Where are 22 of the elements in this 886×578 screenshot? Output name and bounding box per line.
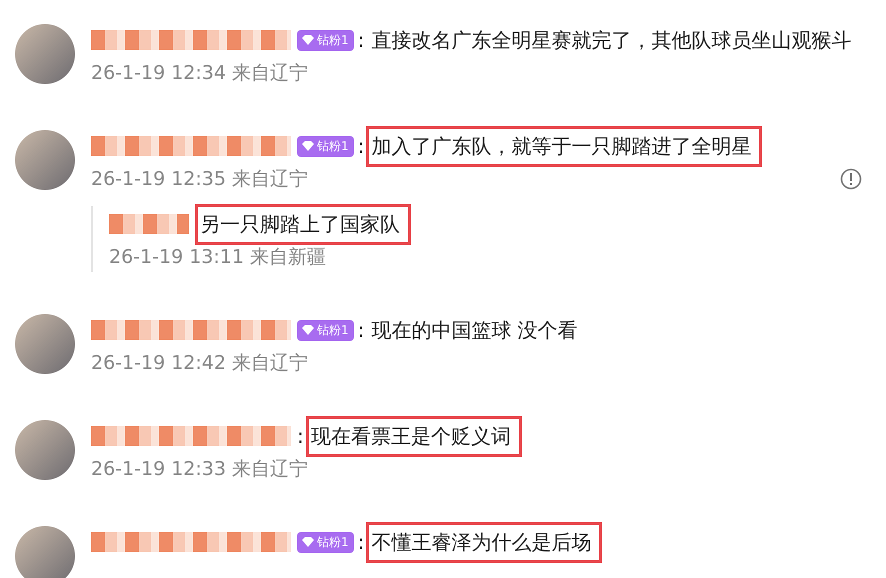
colon: :	[358, 530, 364, 554]
reply-time: 26-1-19 13:11 来自新疆	[109, 245, 326, 270]
report-icon[interactable]	[840, 168, 862, 190]
comment-text: 现在的中国篮球 没个看	[370, 316, 579, 344]
fan-badge: 钻粉1	[297, 136, 354, 156]
reply-text: 另一只脚踏上了国家队	[195, 204, 411, 244]
colon: :	[358, 134, 364, 158]
comment-text: 直接改名广东全明星赛就完了，其他队球员坐山观猴斗	[370, 26, 852, 54]
comment-time: 26-1-19 12:34 来自辽宁	[91, 61, 308, 86]
comment-text: 现在看票王是个贬义词	[306, 416, 522, 456]
fan-badge: 钻粉1	[297, 532, 354, 552]
comment-text: 不懂王睿泽为什么是后场	[366, 522, 602, 562]
fan-badge: 钻粉1	[297, 320, 354, 340]
colon: :	[358, 28, 364, 52]
comment-text: 加入了广东队，就等于一只脚踏进了全明星	[366, 126, 762, 166]
comment-time: 26-1-19 12:35 来自辽宁	[91, 167, 308, 192]
colon: :	[297, 424, 304, 448]
comment-time: 26-1-19 12:33 来自辽宁	[91, 457, 308, 482]
colon: :	[358, 318, 364, 342]
fan-badge: 钻粉1	[297, 30, 354, 50]
comment-time: 26-1-19 12:42 来自辽宁	[91, 351, 308, 376]
avatar-placeholder[interactable]	[15, 526, 75, 578]
